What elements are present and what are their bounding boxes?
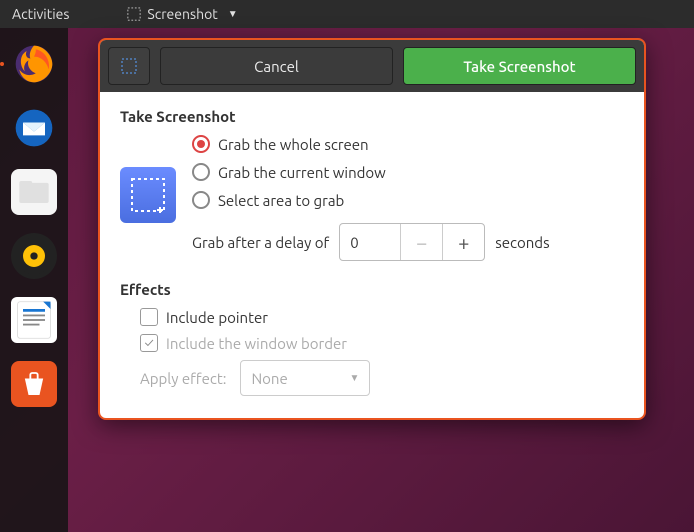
delay-increment-button[interactable]: +	[442, 224, 484, 260]
radio-current-window[interactable]: Grab the current window	[192, 163, 624, 181]
dock	[0, 28, 68, 532]
chevron-down-icon: ▼	[228, 8, 238, 20]
top-panel: Activities Screenshot ▼	[0, 0, 694, 28]
screenshot-menu-icon	[127, 7, 141, 21]
radio-dot-icon	[192, 135, 210, 153]
activities-button[interactable]: Activities	[12, 6, 69, 22]
apply-effect-value: None	[251, 370, 287, 387]
checkbox-icon	[140, 308, 158, 326]
dock-software[interactable]	[8, 358, 60, 410]
cancel-button[interactable]: Cancel	[160, 47, 393, 85]
radio-select-area[interactable]: Select area to grab	[192, 191, 624, 209]
radio-whole-screen[interactable]: Grab the whole screen	[192, 135, 624, 153]
delay-prefix-label: Grab after a delay of	[192, 234, 329, 251]
delay-value[interactable]: 0	[340, 224, 400, 260]
screenshot-window: Cancel Take Screenshot Take Screenshot G…	[98, 38, 646, 420]
titlebar: Cancel Take Screenshot	[100, 40, 644, 92]
delay-decrement-button[interactable]: −	[400, 224, 442, 260]
radio-window-label: Grab the current window	[218, 164, 386, 181]
radio-area-label: Select area to grab	[218, 192, 344, 209]
radio-whole-label: Grab the whole screen	[218, 136, 369, 153]
dock-thunderbird[interactable]	[8, 102, 60, 154]
include-pointer-label: Include pointer	[166, 309, 268, 326]
radio-dot-icon	[192, 163, 210, 181]
radio-dot-icon	[192, 191, 210, 209]
delay-spinner: 0 − +	[339, 223, 485, 261]
capture-preview-icon	[120, 167, 176, 223]
include-border-checkbox: Include the window border	[140, 334, 624, 352]
dock-firefox[interactable]	[8, 38, 60, 90]
apply-effect-combo: None ▼	[240, 360, 370, 396]
window-content: Take Screenshot Grab the whole screen Gr…	[100, 92, 644, 418]
delay-suffix-label: seconds	[495, 234, 549, 251]
apply-effect-label: Apply effect:	[140, 370, 226, 387]
take-screenshot-button[interactable]: Take Screenshot	[403, 47, 636, 85]
selection-mode-button[interactable]	[108, 47, 150, 85]
section-capture-title: Take Screenshot	[120, 108, 624, 125]
include-pointer-checkbox[interactable]: Include pointer	[140, 308, 624, 326]
dock-files[interactable]	[8, 166, 60, 218]
chevron-down-icon: ▼	[350, 372, 360, 384]
app-menu-label: Screenshot	[147, 6, 217, 22]
section-effects-title: Effects	[120, 281, 624, 298]
checkbox-icon	[140, 334, 158, 352]
app-menu[interactable]: Screenshot ▼	[127, 6, 237, 22]
dock-libreoffice-writer[interactable]	[8, 294, 60, 346]
include-border-label: Include the window border	[166, 335, 347, 352]
dock-rhythmbox[interactable]	[8, 230, 60, 282]
